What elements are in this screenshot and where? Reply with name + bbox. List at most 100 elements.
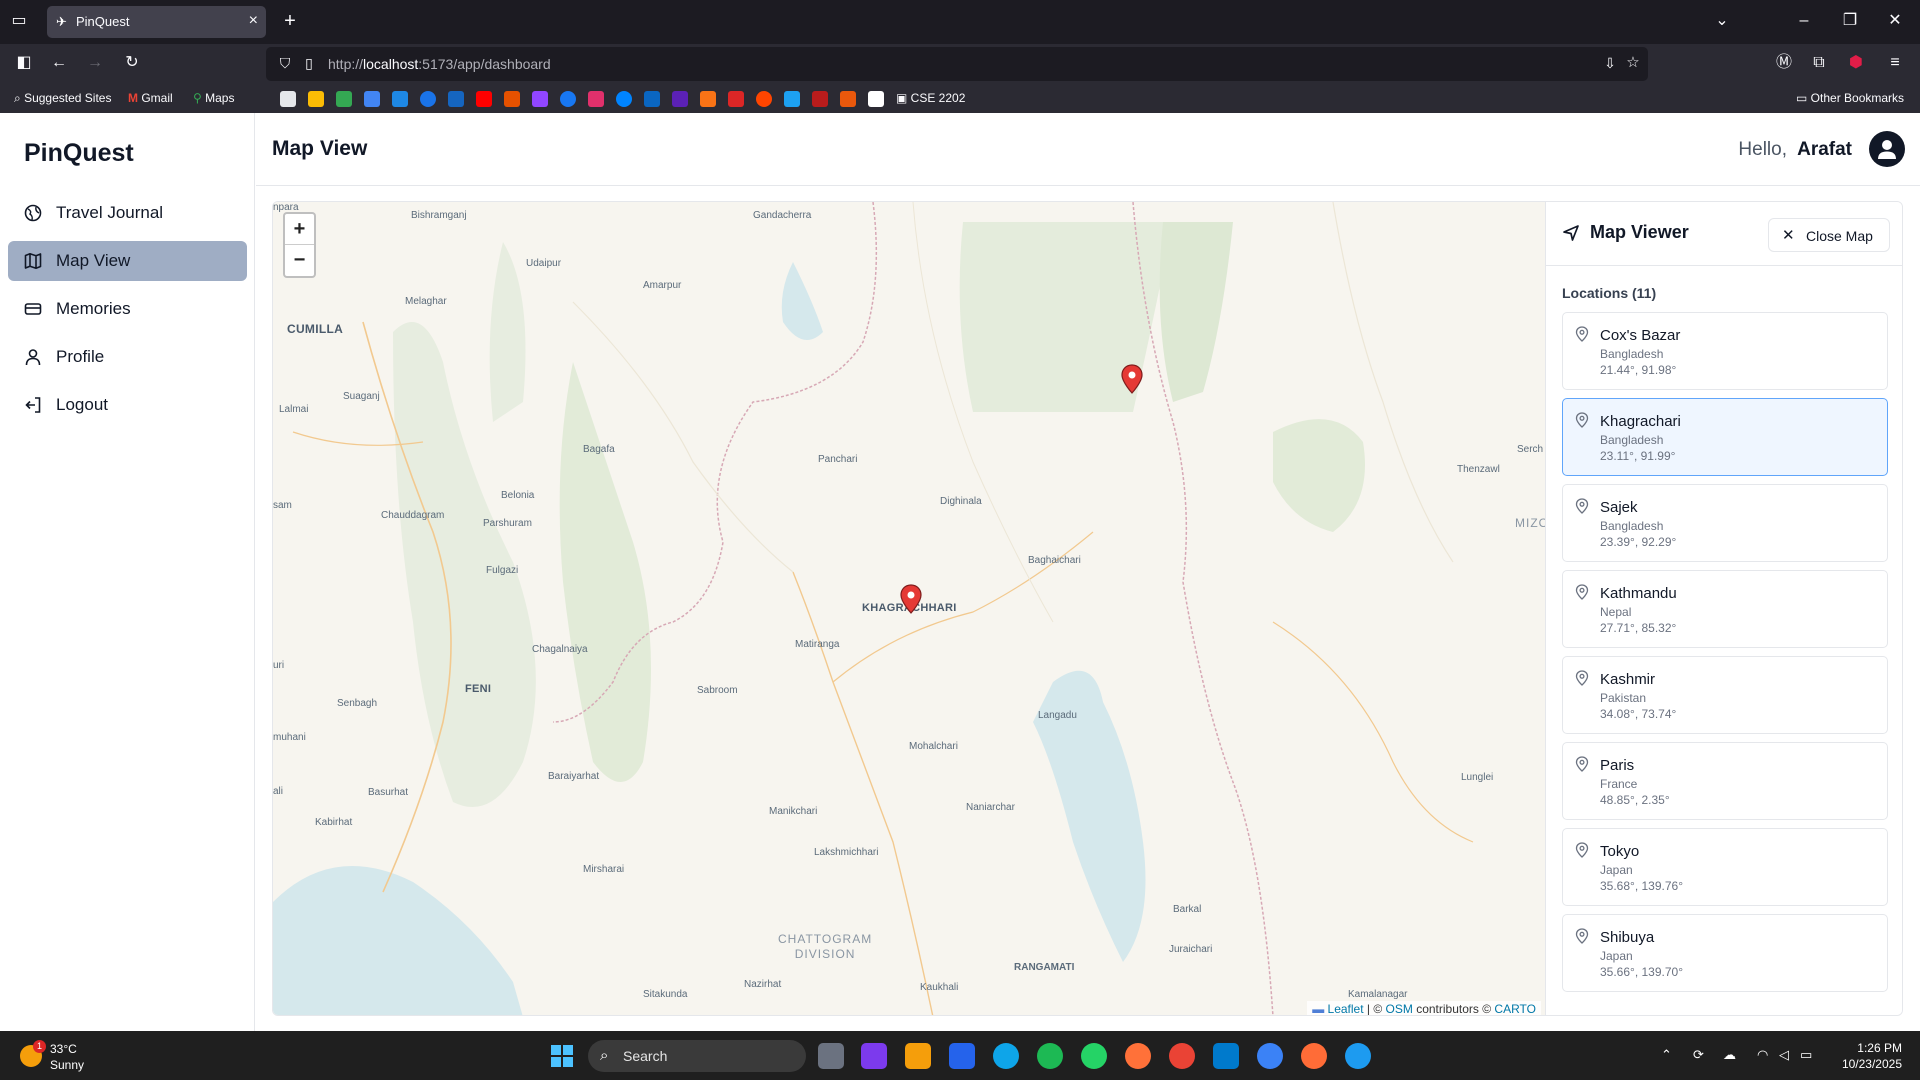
list-all-tabs-icon[interactable]: ⌄ bbox=[1711, 11, 1733, 33]
bookmark-facebook-icon[interactable] bbox=[560, 91, 576, 107]
bookmark-twitch-icon[interactable] bbox=[532, 91, 548, 107]
bookmark-favicon-8[interactable] bbox=[812, 91, 828, 107]
location-card[interactable]: Kashmir Pakistan 34.08°, 73.74° bbox=[1562, 656, 1888, 734]
bookmark-star-icon[interactable]: ☆ bbox=[1622, 53, 1644, 75]
bookmark-youtube-icon[interactable] bbox=[476, 91, 492, 107]
nav-travel-journal[interactable]: Travel Journal bbox=[8, 193, 247, 233]
nav-map-view[interactable]: Map View bbox=[8, 241, 247, 281]
firefox-icon[interactable] bbox=[1125, 1043, 1151, 1069]
nav-profile[interactable]: Profile bbox=[8, 337, 247, 377]
weather-temp[interactable]: 33°C bbox=[50, 1042, 77, 1056]
browser-tab[interactable]: ✈ PinQuest × bbox=[47, 6, 266, 38]
tab-list-icon[interactable]: ▭ bbox=[8, 11, 30, 33]
edge-icon[interactable] bbox=[993, 1043, 1019, 1069]
bookmark-twitter-icon[interactable] bbox=[784, 91, 800, 107]
bookmark-cse[interactable]: ▣ CSE 2202 bbox=[896, 91, 965, 105]
vscode-icon[interactable] bbox=[1213, 1043, 1239, 1069]
location-card[interactable]: Sajek Bangladesh 23.39°, 92.29° bbox=[1562, 484, 1888, 562]
bookmark-drive-icon-2[interactable] bbox=[336, 91, 352, 107]
location-card[interactable]: Tokyo Japan 35.68°, 139.76° bbox=[1562, 828, 1888, 906]
bookmark-drive-icon-3[interactable] bbox=[364, 91, 380, 107]
leaflet-link[interactable]: Leaflet bbox=[1328, 1002, 1364, 1015]
qbittorrent-icon[interactable] bbox=[1257, 1043, 1283, 1069]
bookmark-favicon-4[interactable] bbox=[504, 91, 520, 107]
location-card[interactable]: Kathmandu Nepal 27.71°, 85.32° bbox=[1562, 570, 1888, 648]
bookmark-suggested[interactable]: ⌕ Suggested Sites bbox=[14, 91, 111, 106]
new-tab-icon[interactable]: + bbox=[279, 11, 301, 33]
location-card[interactable]: Paris France 48.85°, 2.35° bbox=[1562, 742, 1888, 820]
docker-icon[interactable] bbox=[1345, 1043, 1371, 1069]
file-explorer-icon[interactable] bbox=[905, 1043, 931, 1069]
minimize-icon[interactable]: – bbox=[1793, 11, 1815, 33]
brand-logo[interactable]: PinQuest bbox=[24, 139, 134, 168]
location-card[interactable]: Cox's Bazar Bangladesh 21.44°, 91.98° bbox=[1562, 312, 1888, 390]
map-marker-sajek[interactable] bbox=[1121, 364, 1143, 394]
bookmark-drive-icon-4[interactable] bbox=[392, 91, 408, 107]
sync-icon[interactable]: ⟳ bbox=[1693, 1047, 1704, 1063]
store-icon[interactable] bbox=[949, 1043, 975, 1069]
bookmark-favicon-9[interactable] bbox=[840, 91, 856, 107]
task-view-icon[interactable] bbox=[818, 1043, 844, 1069]
bookmark-favicon-5[interactable] bbox=[672, 91, 688, 107]
zoom-out-button[interactable]: − bbox=[285, 245, 314, 276]
taskbar-search[interactable]: ⌕ Search bbox=[588, 1040, 806, 1072]
bookmark-favicon-6[interactable] bbox=[700, 91, 716, 107]
bookmark-gmail[interactable]: M Gmail bbox=[128, 91, 173, 105]
wifi-icon[interactable]: ◠ bbox=[1757, 1047, 1768, 1063]
chrome-icon[interactable] bbox=[1169, 1043, 1195, 1069]
sidebar-toggle-icon[interactable]: ◧ bbox=[13, 53, 35, 75]
forward-icon[interactable]: → bbox=[84, 53, 106, 75]
whatsapp-icon[interactable] bbox=[1081, 1043, 1107, 1069]
ublock-icon[interactable]: ⬢ bbox=[1845, 53, 1867, 75]
map-label: Thenzawl bbox=[1457, 464, 1500, 475]
battery-icon[interactable]: ▭ bbox=[1800, 1047, 1812, 1063]
close-window-icon[interactable]: ✕ bbox=[1884, 11, 1906, 33]
carto-link[interactable]: CARTO bbox=[1494, 1002, 1536, 1015]
url-text[interactable]: http://localhost:5173/app/dashboard bbox=[328, 56, 551, 72]
volume-icon[interactable]: ◁ bbox=[1779, 1047, 1789, 1063]
onedrive-icon[interactable]: ☁ bbox=[1723, 1047, 1736, 1063]
location-name: Sajek bbox=[1600, 499, 1638, 516]
close-tab-icon[interactable]: × bbox=[249, 12, 258, 30]
extensions-icon[interactable]: ⧉ bbox=[1808, 53, 1830, 75]
menu-icon[interactable]: ≡ bbox=[1884, 53, 1906, 75]
bookmark-maps[interactable]: ⚲ Maps bbox=[193, 91, 234, 105]
back-icon[interactable]: ← bbox=[48, 53, 70, 75]
restore-icon[interactable]: ❐ bbox=[1839, 11, 1861, 33]
avatar[interactable] bbox=[1869, 131, 1905, 167]
shield-icon[interactable]: ⛉ bbox=[274, 53, 296, 75]
bookmark-favicon-1[interactable] bbox=[280, 91, 296, 107]
osm-link[interactable]: OSM bbox=[1386, 1002, 1413, 1015]
save-page-icon[interactable]: ⇩ bbox=[1599, 53, 1621, 75]
location-country: Japan bbox=[1600, 949, 1633, 963]
bookmark-messenger-icon[interactable] bbox=[616, 91, 632, 107]
bookmark-favicon-3[interactable] bbox=[448, 91, 464, 107]
reload-icon[interactable]: ↻ bbox=[121, 53, 143, 75]
bookmark-instagram-icon[interactable] bbox=[588, 91, 604, 107]
weather-condition[interactable]: Sunny bbox=[50, 1058, 84, 1072]
bookmark-favicon-7[interactable] bbox=[728, 91, 744, 107]
location-card[interactable]: Khagrachari Bangladesh 23.11°, 91.99° bbox=[1562, 398, 1888, 476]
bookmark-drive-icon-1[interactable] bbox=[308, 91, 324, 107]
account-icon[interactable]: Ⓜ bbox=[1773, 53, 1795, 75]
windows-start-icon[interactable] bbox=[551, 1045, 573, 1067]
spotify-icon[interactable] bbox=[1037, 1043, 1063, 1069]
tray-chevron-icon[interactable]: ⌃ bbox=[1661, 1047, 1672, 1063]
zoom-in-button[interactable]: + bbox=[285, 214, 314, 245]
postman-icon[interactable] bbox=[1301, 1043, 1327, 1069]
clock[interactable]: 1:26 PM 10/23/2025 bbox=[1842, 1040, 1902, 1072]
close-map-button[interactable]: ✕ Close Map bbox=[1768, 218, 1890, 252]
location-card[interactable]: Shibuya Japan 35.66°, 139.70° bbox=[1562, 914, 1888, 992]
map-canvas[interactable]: Bishramganj Gandacherra Udaipur Amarpur … bbox=[273, 202, 1545, 1015]
bookmark-favicon-2[interactable] bbox=[420, 91, 436, 107]
map-marker-khagrachari[interactable] bbox=[900, 584, 922, 614]
bookmark-linkedin-icon[interactable] bbox=[644, 91, 660, 107]
copilot-icon[interactable] bbox=[861, 1043, 887, 1069]
nav-memories[interactable]: Memories bbox=[8, 289, 247, 329]
map-label: Mohalchari bbox=[909, 741, 958, 752]
bookmark-favicon-10[interactable] bbox=[868, 91, 884, 107]
bookmark-reddit-icon[interactable] bbox=[756, 91, 772, 107]
bookmark-other[interactable]: ▭ Other Bookmarks bbox=[1796, 91, 1904, 105]
address-bar[interactable]: ⛉ ▯ http://localhost:5173/app/dashboard … bbox=[266, 47, 1648, 81]
nav-logout[interactable]: Logout bbox=[8, 385, 247, 425]
